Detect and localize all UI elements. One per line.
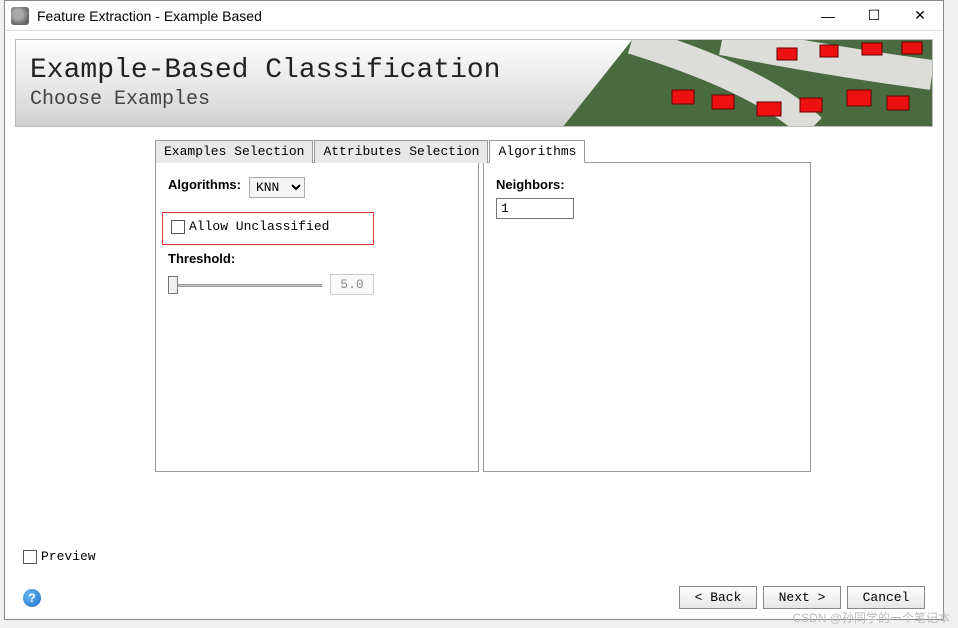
- threshold-row: Threshold: 5.0: [168, 251, 466, 295]
- threshold-value: 5.0: [330, 274, 374, 295]
- minimize-button[interactable]: —: [805, 1, 851, 31]
- footer-area: Preview ? < Back Next > Cancel: [23, 549, 925, 609]
- next-button[interactable]: Next >: [763, 586, 841, 609]
- allow-unclassified-label: Allow Unclassified: [189, 219, 329, 234]
- cancel-button[interactable]: Cancel: [847, 586, 925, 609]
- allow-unclassified-row: Allow Unclassified: [171, 219, 365, 234]
- tab-area: Examples Selection Attributes Selection …: [155, 139, 815, 472]
- button-row: < Back Next > Cancel: [679, 586, 925, 609]
- tab-strip: Examples Selection Attributes Selection …: [155, 139, 815, 162]
- preview-label: Preview: [41, 549, 96, 564]
- algorithms-select[interactable]: KNN: [249, 177, 305, 198]
- banner-image: [562, 40, 932, 127]
- threshold-slider-row: 5.0: [168, 274, 466, 295]
- app-icon: [11, 7, 29, 25]
- neighbors-label: Neighbors:: [496, 177, 798, 192]
- algorithms-label: Algorithms:: [168, 177, 241, 192]
- tab-algorithms[interactable]: Algorithms: [489, 140, 585, 163]
- threshold-slider[interactable]: [168, 276, 322, 294]
- slider-handle[interactable]: [168, 276, 178, 294]
- titlebar: Feature Extraction - Example Based — ☐ ✕: [5, 1, 943, 31]
- highlight-box: Allow Unclassified: [162, 212, 374, 245]
- app-window: Feature Extraction - Example Based — ☐ ✕…: [4, 0, 944, 620]
- bottom-row: ? < Back Next > Cancel: [23, 586, 925, 609]
- tab-attributes-selection[interactable]: Attributes Selection: [314, 140, 488, 163]
- maximize-button[interactable]: ☐: [851, 1, 897, 31]
- window-title: Feature Extraction - Example Based: [37, 8, 805, 24]
- preview-row: Preview: [23, 549, 925, 564]
- close-button[interactable]: ✕: [897, 1, 943, 31]
- tab-examples-selection[interactable]: Examples Selection: [155, 140, 313, 163]
- tab-panels: Algorithms: KNN Allow Unclassified Thres…: [155, 162, 815, 472]
- algorithms-row: Algorithms: KNN: [168, 177, 466, 198]
- help-icon[interactable]: ?: [23, 589, 41, 607]
- threshold-label: Threshold:: [168, 251, 466, 266]
- slider-track-line: [174, 284, 322, 287]
- left-panel: Algorithms: KNN Allow Unclassified Thres…: [155, 162, 479, 472]
- preview-checkbox[interactable]: [23, 550, 37, 564]
- header-banner: Example-Based Classification Choose Exam…: [15, 39, 933, 127]
- back-button[interactable]: < Back: [679, 586, 757, 609]
- right-panel: Neighbors:: [483, 162, 811, 472]
- window-controls: — ☐ ✕: [805, 1, 943, 31]
- allow-unclassified-checkbox[interactable]: [171, 220, 185, 234]
- neighbors-input[interactable]: [496, 198, 574, 219]
